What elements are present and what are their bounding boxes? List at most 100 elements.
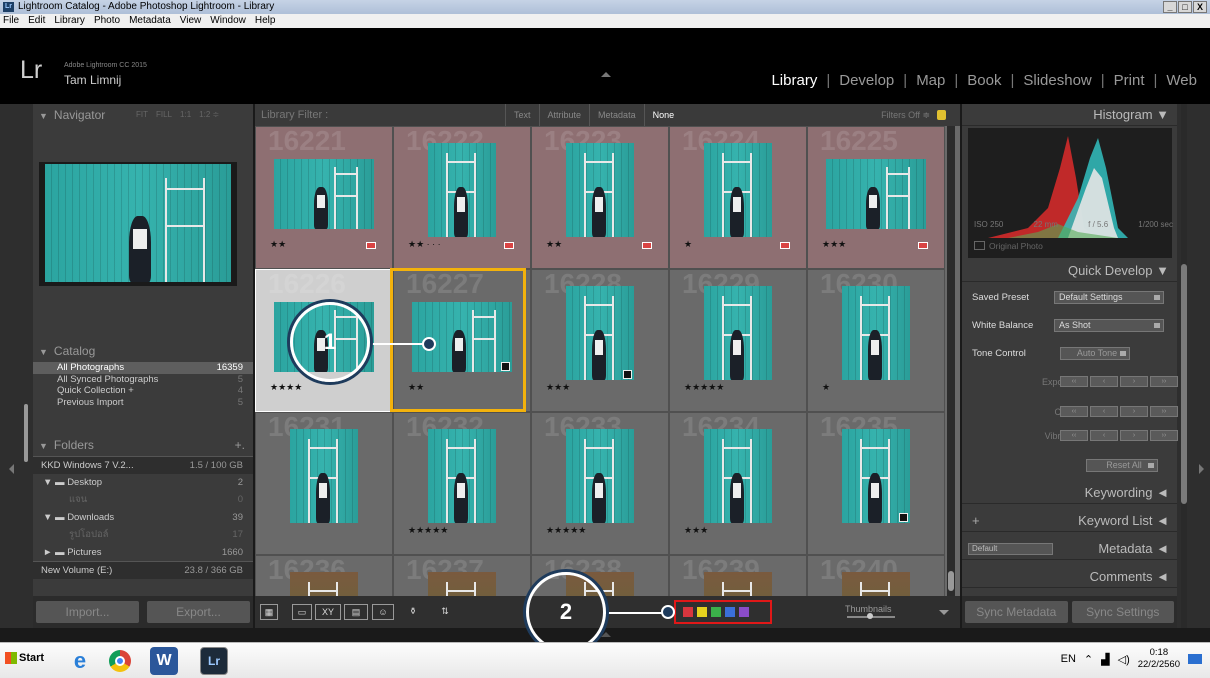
menu-help[interactable]: Help xyxy=(255,14,276,28)
star-rating[interactable]: ★★★ xyxy=(546,382,570,393)
vibrance-up[interactable]: › xyxy=(1120,430,1148,441)
catalog-header[interactable]: ▼ Catalog xyxy=(33,340,253,362)
module-library[interactable]: Library xyxy=(771,72,817,89)
module-book[interactable]: Book xyxy=(967,72,1001,89)
menu-metadata[interactable]: Metadata xyxy=(129,14,171,28)
volume-e[interactable]: New Volume (E:) 23.8 / 366 GB xyxy=(33,561,253,579)
zoom-1-1[interactable]: 1:1 xyxy=(180,104,191,126)
lightroom-taskbar-icon[interactable]: Lr xyxy=(200,647,228,675)
exposure-up-large[interactable]: ›› xyxy=(1150,376,1178,387)
filter-text[interactable]: Text xyxy=(505,104,539,126)
left-scrollbar[interactable] xyxy=(24,404,28,462)
language-indicator[interactable]: EN xyxy=(1061,653,1076,665)
add-folder-icon[interactable]: +. xyxy=(235,434,245,456)
photo-cell[interactable]: 16240 xyxy=(807,554,945,596)
star-rating[interactable]: ★ xyxy=(684,239,692,250)
filters-off-dropdown[interactable]: Filters Off ≑ xyxy=(881,104,930,126)
vibrance-down-large[interactable]: ‹‹ xyxy=(1060,430,1088,441)
zoom-fit[interactable]: FIT xyxy=(136,104,148,126)
filter-none[interactable]: None xyxy=(643,104,683,126)
photo-cell[interactable]: 16231 xyxy=(255,411,393,555)
photo-cell[interactable]: 16234 ★★★ xyxy=(669,411,807,555)
module-slideshow[interactable]: Slideshow xyxy=(1023,72,1091,89)
collapse-right-panel-icon[interactable] xyxy=(1199,464,1204,474)
maximize-button[interactable]: □ xyxy=(1178,1,1192,13)
menu-window[interactable]: Window xyxy=(210,14,246,28)
navigator-preview[interactable] xyxy=(39,162,237,286)
show-desktop-icon[interactable] xyxy=(1188,654,1202,664)
color-label-green[interactable] xyxy=(711,607,721,617)
photo-cell[interactable]: 16236 xyxy=(255,554,393,596)
folders-header[interactable]: ▼ Folders +. xyxy=(33,434,253,456)
photo-cell[interactable]: 16222 ★★ · · · xyxy=(393,126,531,269)
grid-view-icon[interactable]: ▦ xyxy=(260,604,278,620)
exposure-down[interactable]: ‹ xyxy=(1090,376,1118,387)
right-panel-scrollbar[interactable] xyxy=(1181,104,1187,628)
color-label-red[interactable] xyxy=(683,607,693,617)
toolbar-options-icon[interactable] xyxy=(939,610,949,615)
lock-icon[interactable] xyxy=(937,110,946,120)
saved-preset-select[interactable]: Default Settings xyxy=(1054,291,1164,304)
clarity-up-large[interactable]: ›› xyxy=(1150,406,1178,417)
photo-cell[interactable]: 16228 ★★★ xyxy=(531,268,669,412)
folder-jan[interactable]: แจน 0 xyxy=(33,491,253,509)
filter-attribute[interactable]: Attribute xyxy=(538,104,590,126)
close-button[interactable]: X xyxy=(1193,1,1207,13)
painter-icon[interactable]: ⚱ xyxy=(408,604,418,620)
star-rating[interactable]: ★ xyxy=(822,382,830,393)
star-rating[interactable]: ★★ xyxy=(270,239,286,250)
compare-view-icon[interactable]: XY xyxy=(315,604,341,620)
module-develop[interactable]: Develop xyxy=(839,72,894,89)
menu-edit[interactable]: Edit xyxy=(28,14,45,28)
photo-cell[interactable]: 16235 xyxy=(807,411,945,555)
clarity-up[interactable]: › xyxy=(1120,406,1148,417)
folder-downloads[interactable]: ▼ ▬ Downloads 39 xyxy=(33,509,253,527)
loupe-view-icon[interactable]: ▭ xyxy=(292,604,312,620)
navigator-header[interactable]: ▼ Navigator FIT FILL 1:1 1:2 ≑ xyxy=(33,104,253,126)
photo-cell[interactable]: 16239 xyxy=(669,554,807,596)
word-icon[interactable]: W xyxy=(150,647,178,675)
star-rating[interactable]: ★★★★★ xyxy=(546,525,586,536)
exposure-up[interactable]: › xyxy=(1120,376,1148,387)
auto-tone-button[interactable]: Auto Tone xyxy=(1060,347,1130,360)
white-balance-select[interactable]: As Shot xyxy=(1054,319,1164,332)
collapse-top-panel-icon[interactable] xyxy=(601,72,611,77)
photo-cell[interactable]: 16224 ★ xyxy=(669,126,807,269)
catalog-item-synced[interactable]: All Synced Photographs 5 xyxy=(33,374,253,386)
sync-metadata-button[interactable]: Sync Metadata xyxy=(965,601,1068,623)
collapse-left-panel-icon[interactable] xyxy=(9,464,14,474)
module-map[interactable]: Map xyxy=(916,72,945,89)
star-rating[interactable]: ★★★★★ xyxy=(408,525,448,536)
menu-file[interactable]: File xyxy=(3,14,19,28)
photo-cell[interactable]: 16230 ★ xyxy=(807,268,945,412)
folder-opal[interactable]: รูปโอปอล์ 17 xyxy=(33,526,253,544)
zoom-fill[interactable]: FILL xyxy=(156,104,172,126)
star-rating[interactable]: ★★★ xyxy=(684,525,708,536)
reset-all-button[interactable]: Reset All xyxy=(1086,459,1158,472)
photo-cell[interactable]: 16225 ★★★ xyxy=(807,126,945,269)
zoom-1-2[interactable]: 1:2 ≑ xyxy=(199,104,219,126)
vibrance-down[interactable]: ‹ xyxy=(1090,430,1118,441)
volume-icon[interactable]: ◁) xyxy=(1118,653,1130,666)
star-rating[interactable]: ★★ xyxy=(546,239,562,250)
people-view-icon[interactable]: ☺ xyxy=(372,604,394,620)
catalog-item-quick-collection[interactable]: Quick Collection + 4 xyxy=(33,385,253,397)
folder-pictures[interactable]: ► ▬ Pictures 1660 xyxy=(33,544,253,562)
volume-c[interactable]: KKD Windows 7 V.2... 1.5 / 100 GB xyxy=(33,456,253,474)
quick-develop-header[interactable]: Quick Develop ▼ xyxy=(962,260,1177,282)
catalog-item-all-photographs[interactable]: All Photographs 16359 xyxy=(33,362,253,374)
sync-settings-button[interactable]: Sync Settings xyxy=(1071,601,1174,623)
photo-cell[interactable]: 16221 ★★ xyxy=(255,126,393,269)
network-icon[interactable]: ▟ xyxy=(1101,653,1109,666)
photo-cell[interactable]: 16233 ★★★★★ xyxy=(531,411,669,555)
add-keyword-icon[interactable]: + xyxy=(972,510,980,532)
right-scroll-thumb[interactable] xyxy=(1181,264,1187,504)
histogram-header[interactable]: Histogram ▼ xyxy=(962,104,1177,126)
keyword-list-header[interactable]: + Keyword List ◄ xyxy=(962,510,1177,532)
internet-explorer-icon[interactable]: e xyxy=(66,647,94,675)
sort-icon[interactable]: ⇅ xyxy=(438,604,452,620)
tray-arrow-icon[interactable]: ⌃ xyxy=(1084,653,1093,666)
photo-cell[interactable]: 16232 ★★★★★ xyxy=(393,411,531,555)
menu-library[interactable]: Library xyxy=(54,14,85,28)
clarity-down-large[interactable]: ‹‹ xyxy=(1060,406,1088,417)
